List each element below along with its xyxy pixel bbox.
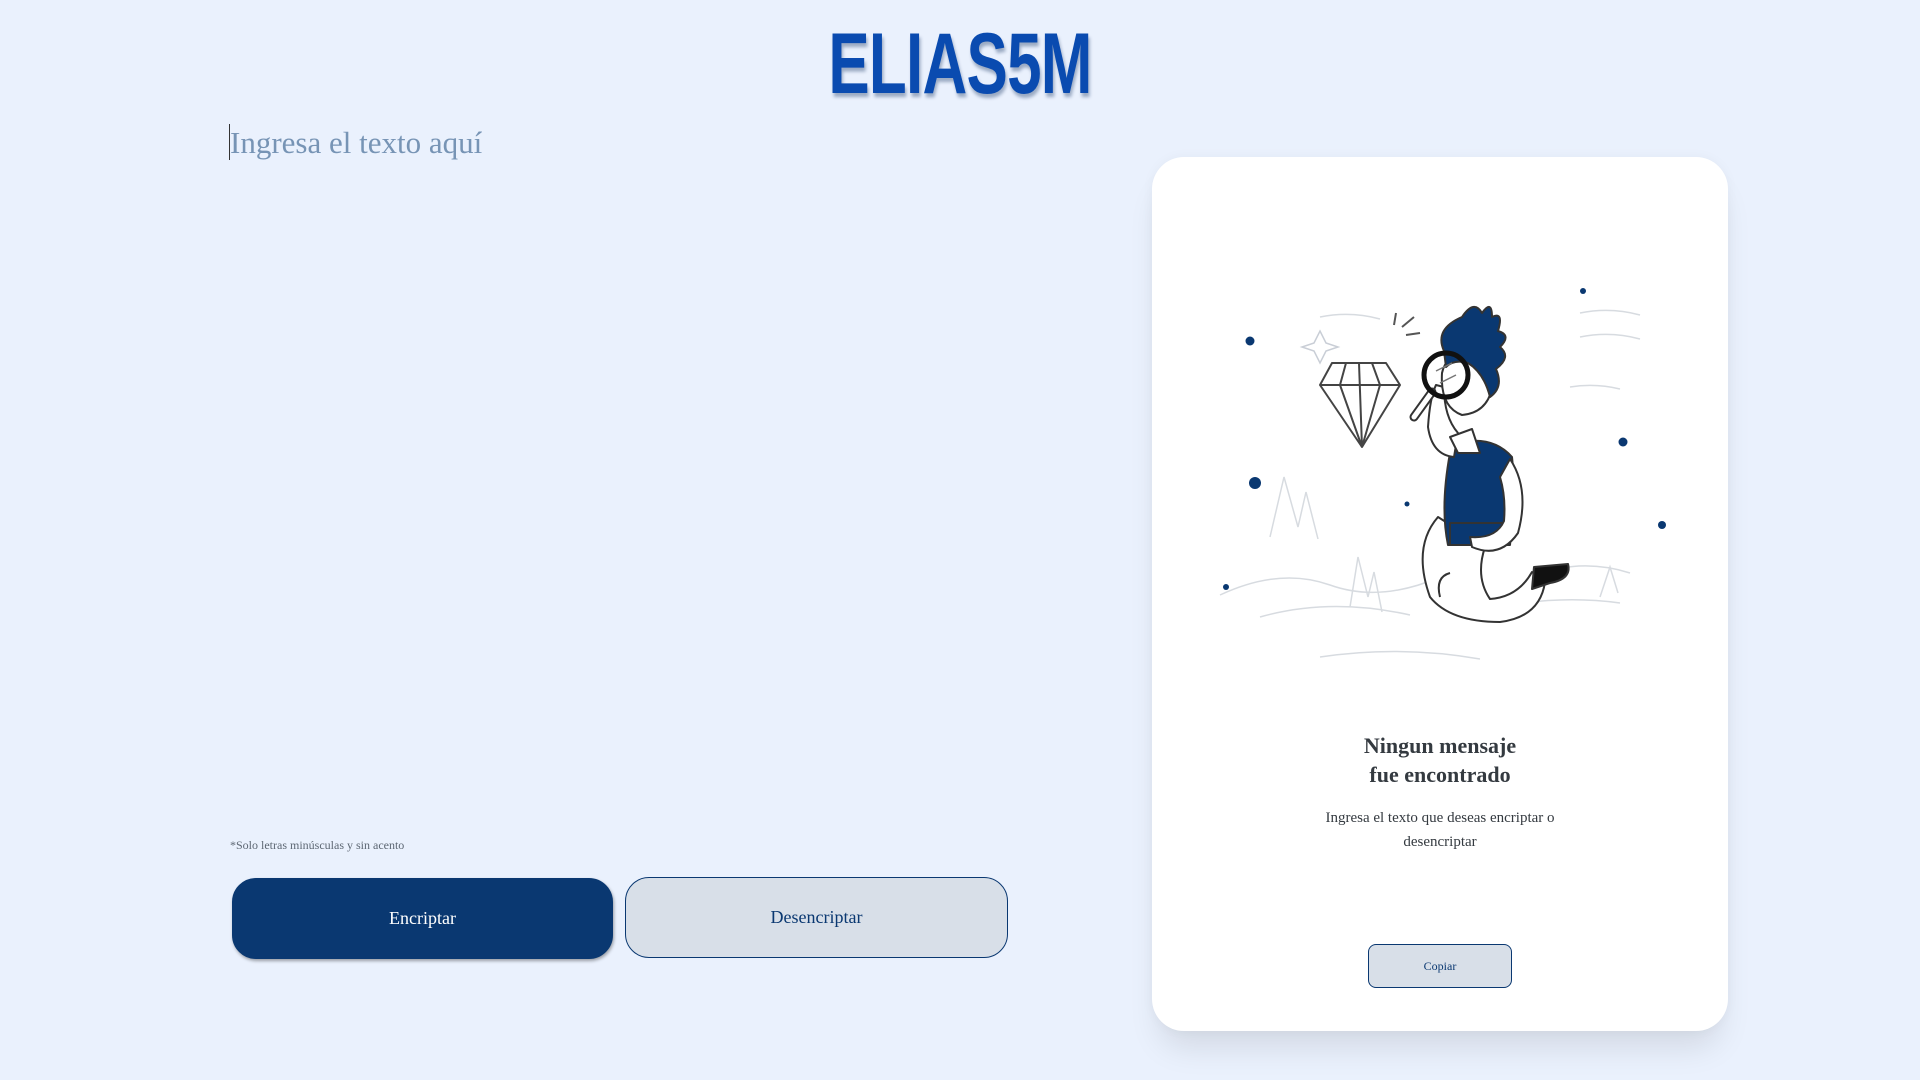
output-card: Ningun mensaje fue encontrado Ingresa el…	[1152, 157, 1728, 1031]
person-searching-illustration	[1219, 288, 1666, 660]
card-title: Ningun mensaje fue encontrado	[1152, 731, 1728, 789]
text-input[interactable]	[228, 118, 1010, 818]
text-cursor	[229, 124, 230, 160]
input-hint: *Solo letras minúsculas y sin acento	[230, 838, 405, 852]
card-subtitle: Ingresa el texto que deseas encriptar o …	[1325, 810, 1555, 850]
decrypt-button[interactable]: Desencriptar	[625, 877, 1008, 958]
logo: ELIAS5M	[828, 16, 1092, 112]
copy-button[interactable]: Copiar	[1368, 944, 1512, 988]
card-title-line1: Ningun mensaje	[1363, 733, 1517, 758]
encrypt-button[interactable]: Encriptar	[232, 878, 613, 959]
card-title-line2: fue encontrado	[1369, 762, 1511, 787]
